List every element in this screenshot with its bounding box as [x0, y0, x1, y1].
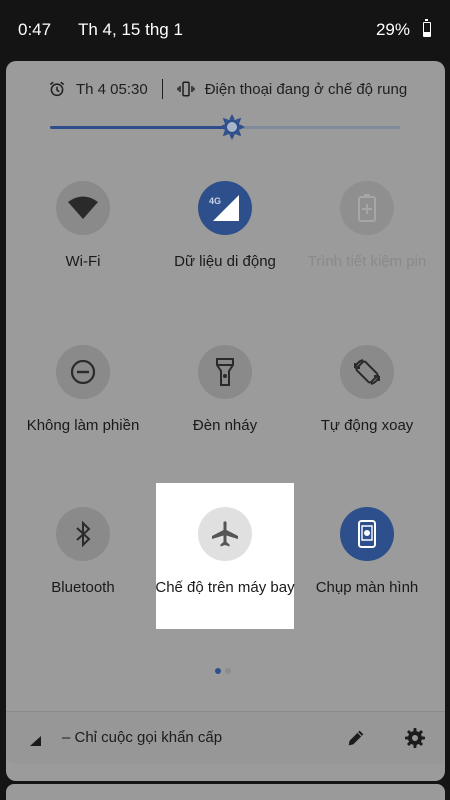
header-divider: [161, 79, 163, 99]
quick-settings-footer: – Chỉ cuộc gọi khẩn cấp: [6, 711, 445, 764]
tile-airplane-mode[interactable]: Chế độ trên máy bay: [155, 507, 295, 597]
tile-label: Bluetooth: [51, 579, 115, 596]
status-bar: 0:47 Th 4, 15 thg 1 29%: [0, 0, 450, 60]
tile-auto-rotate[interactable]: Tự động xoay: [297, 345, 437, 435]
signal-icon: [30, 736, 41, 746]
tile-flashlight[interactable]: Đèn nháy: [155, 345, 295, 435]
tile-label: Không làm phiền: [26, 417, 140, 434]
airplane-icon: [212, 521, 238, 547]
auto-rotate-icon: [354, 359, 380, 385]
alarm-icon: [49, 81, 65, 97]
tile-battery-saver[interactable]: Trình tiết kiệm pin: [297, 181, 437, 271]
tile-wifi[interactable]: Wi-Fi: [13, 181, 153, 271]
brightness-thumb-icon[interactable]: [218, 113, 246, 141]
bluetooth-toggle[interactable]: [56, 507, 110, 561]
tile-label: Chế độ trên máy bay: [155, 579, 295, 596]
mobile-data-toggle[interactable]: 4G: [198, 181, 252, 235]
dnd-toggle[interactable]: [56, 345, 110, 399]
tile-do-not-disturb[interactable]: Không làm phiền: [13, 345, 153, 435]
battery-percent: 29%: [375, 20, 410, 39]
gear-icon[interactable]: [403, 726, 427, 750]
vibrate-icon: [177, 81, 195, 97]
wifi-toggle[interactable]: [56, 181, 110, 235]
airplane-toggle[interactable]: [198, 507, 252, 561]
brightness-slider[interactable]: [50, 114, 400, 140]
auto-rotate-toggle[interactable]: [340, 345, 394, 399]
tile-bluetooth[interactable]: Bluetooth: [13, 507, 153, 597]
flashlight-icon: [216, 358, 234, 386]
screenshot-toggle[interactable]: [340, 507, 394, 561]
page-indicator: [215, 668, 231, 674]
network-type-badge: 4G: [209, 196, 221, 206]
page-dot[interactable]: [225, 668, 231, 674]
pencil-icon[interactable]: [345, 727, 367, 749]
tile-label: Wi-Fi: [65, 253, 101, 270]
battery-icon: [423, 19, 431, 37]
tile-label: Chụp màn hình: [315, 579, 419, 596]
tile-mobile-data[interactable]: 4G Dữ liệu di động: [155, 181, 295, 271]
quick-settings-header: Th 4 05:30 Điện thoại đang ở chế độ rung: [48, 79, 407, 99]
flashlight-toggle[interactable]: [198, 345, 252, 399]
tile-label: Trình tiết kiệm pin: [307, 253, 427, 270]
ringer-mode-text[interactable]: Điện thoại đang ở chế độ rung: [205, 81, 407, 98]
wifi-icon: [68, 196, 98, 219]
notification-peek: [6, 784, 445, 800]
tile-label: Đèn nháy: [192, 417, 258, 434]
carrier-status-text: – Chỉ cuộc gọi khẩn cấp: [62, 729, 223, 746]
battery-saver-icon: [358, 194, 376, 222]
tile-label: Dữ liệu di động: [174, 253, 276, 270]
mobile-data-icon: 4G: [209, 195, 239, 221]
battery-saver-toggle[interactable]: [340, 181, 394, 235]
do-not-disturb-icon: [70, 359, 96, 385]
alarm-time[interactable]: Th 4 05:30: [76, 81, 148, 98]
screenshot-icon: [358, 520, 376, 548]
status-time: 0:47: [18, 20, 52, 39]
quick-settings-panel: Th 4 05:30 Điện thoại đang ở chế độ rung: [6, 61, 445, 781]
page-dot-active[interactable]: [215, 668, 221, 674]
tile-screenshot[interactable]: Chụp màn hình: [297, 507, 437, 597]
bluetooth-icon: [76, 520, 91, 548]
tile-label: Tự động xoay: [320, 417, 414, 434]
status-date: Th 4, 15 thg 1: [78, 20, 183, 39]
brightness-fill: [50, 126, 232, 129]
